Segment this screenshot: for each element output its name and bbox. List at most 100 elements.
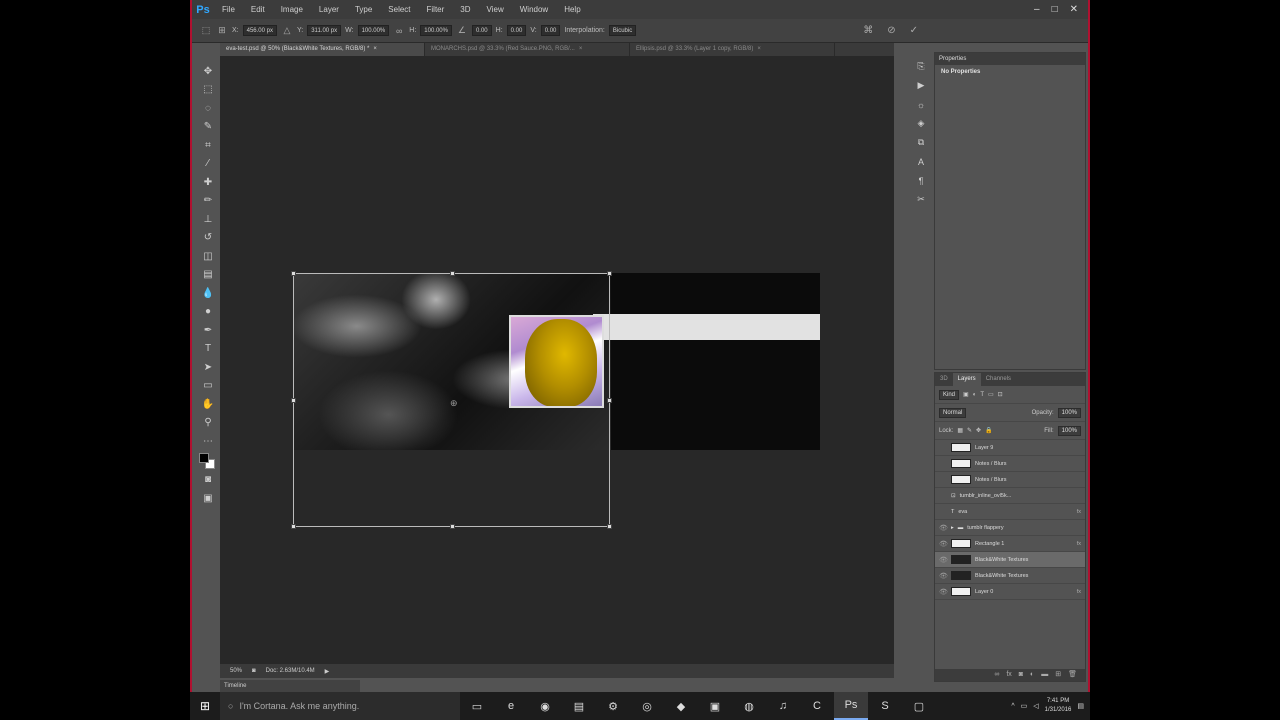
new-group-icon[interactable]: ▬: [1041, 669, 1048, 681]
transform-handle-top-right[interactable]: [607, 271, 612, 276]
blur-tool-icon[interactable]: 💧: [196, 284, 220, 303]
styles-panel-icon[interactable]: ◈: [908, 114, 934, 133]
cortana-search-box[interactable]: ○ I'm Cortana. Ask me anything.: [220, 692, 460, 720]
pen-tool-icon[interactable]: ✒: [196, 321, 220, 340]
interpolation-select[interactable]: Bicubic: [608, 25, 637, 36]
filter-shape-icon[interactable]: ▭: [988, 391, 994, 398]
menu-3d[interactable]: 3D: [452, 0, 478, 19]
notes-app-icon[interactable]: ▢: [902, 692, 936, 720]
gradient-tool-icon[interactable]: ▤: [196, 266, 220, 285]
menu-help[interactable]: Help: [556, 0, 588, 19]
menu-select[interactable]: Select: [380, 0, 418, 19]
eyedropper-tool-icon[interactable]: ⁄: [196, 155, 220, 174]
color-swatches[interactable]: [196, 451, 220, 471]
transform-handle-right[interactable]: [607, 398, 612, 403]
dodge-tool-icon[interactable]: ●: [196, 303, 220, 322]
new-layer-icon[interactable]: ⊞: [1055, 669, 1061, 681]
menu-file[interactable]: File: [214, 0, 243, 19]
tab-layers[interactable]: Layers: [952, 373, 981, 386]
filter-smart-object-icon[interactable]: ⊡: [998, 391, 1003, 398]
eraser-tool-icon[interactable]: ◫: [196, 247, 220, 266]
skype-icon[interactable]: S: [868, 692, 902, 720]
rectangle-tool-icon[interactable]: ▭: [196, 377, 220, 396]
tray-arrow-icon[interactable]: ^: [1011, 703, 1014, 710]
x-field[interactable]: 456.00 px: [242, 25, 277, 36]
vskew-field[interactable]: 0.00: [540, 25, 561, 36]
layer-row-selected[interactable]: 👁 Black&White Textures: [935, 552, 1085, 568]
media-app-icon[interactable]: ◆: [664, 692, 698, 720]
brush-tool-icon[interactable]: ✏: [196, 192, 220, 211]
character-panel-icon[interactable]: A: [908, 152, 934, 171]
edit-toolbar-icon[interactable]: ⋯: [196, 432, 220, 451]
opacity-field[interactable]: 100%: [1057, 407, 1081, 418]
close-icon[interactable]: ×: [373, 46, 377, 52]
filter-pixel-icon[interactable]: ▣: [963, 391, 969, 398]
network-icon[interactable]: ▭: [1021, 702, 1028, 710]
canvas-area[interactable]: ⊕: [220, 56, 894, 664]
angle-field[interactable]: 0.00: [471, 25, 492, 36]
layer-effects-icon[interactable]: fx: [1077, 541, 1081, 547]
timeline-panel-tab[interactable]: Timeline: [220, 680, 360, 692]
group-expand-icon[interactable]: ▸: [951, 525, 954, 531]
marquee-tool-icon[interactable]: ⬚: [196, 81, 220, 100]
quick-select-tool-icon[interactable]: ✎: [196, 118, 220, 137]
transform-handle-left[interactable]: [291, 398, 296, 403]
move-tool-icon[interactable]: ✥: [196, 62, 220, 81]
recorder-icon[interactable]: ◍: [732, 692, 766, 720]
add-style-icon[interactable]: fx: [1006, 669, 1011, 681]
volume-icon[interactable]: ◁: [1033, 702, 1038, 710]
layer-effects-icon[interactable]: fx: [1077, 589, 1081, 595]
eye-icon[interactable]: 👁: [939, 524, 948, 532]
y-field[interactable]: 311.00 px: [307, 25, 342, 36]
width-field[interactable]: 100.00%: [357, 25, 390, 36]
fill-field[interactable]: 100%: [1057, 425, 1081, 436]
cancel-transform-icon[interactable]: ⊘: [887, 25, 895, 36]
history-brush-tool-icon[interactable]: ↺: [196, 229, 220, 248]
filter-kind-select[interactable]: Kind: [939, 389, 960, 400]
spotify-icon[interactable]: ♫: [766, 692, 800, 720]
healing-brush-tool-icon[interactable]: ✚: [196, 173, 220, 192]
layer-group-row[interactable]: 👁 ▸ ▬ tumblr flappery: [935, 520, 1085, 536]
layer-row[interactable]: T eva fx: [935, 504, 1085, 520]
delete-layer-icon[interactable]: 🗑: [1068, 669, 1077, 681]
blend-mode-select[interactable]: Normal: [939, 407, 967, 418]
link-layers-icon[interactable]: ∞: [994, 669, 999, 681]
screen-mode-icon[interactable]: ▣: [196, 489, 220, 508]
tab-3d[interactable]: 3D: [935, 373, 953, 386]
add-mask-icon[interactable]: ◙: [1019, 669, 1023, 681]
foreground-color-swatch[interactable]: [199, 452, 209, 463]
tool-preset-icon[interactable]: ⬚: [200, 25, 212, 37]
layer-row[interactable]: Notes / Blurs: [935, 472, 1085, 488]
actions-panel-icon[interactable]: ▶: [908, 76, 934, 95]
zoom-tool-icon[interactable]: ⚲: [196, 414, 220, 433]
lock-all-icon[interactable]: 🔒: [985, 427, 992, 434]
minimize-button[interactable]: –: [1034, 4, 1040, 15]
layer-row[interactable]: 👁 Black&White Textures: [935, 568, 1085, 584]
type-tool-icon[interactable]: T: [196, 340, 220, 359]
menu-filter[interactable]: Filter: [419, 0, 453, 19]
layer-row[interactable]: ⊡ tumblr_inline_ovl5k...: [935, 488, 1085, 504]
transform-handle-top[interactable]: [450, 271, 455, 276]
eye-icon[interactable]: 👁: [939, 556, 948, 564]
steam-icon[interactable]: ⚙: [596, 692, 630, 720]
paragraph-panel-icon[interactable]: ¶: [908, 171, 934, 190]
transform-handle-bottom-right[interactable]: [607, 524, 612, 529]
clone-stamp-tool-icon[interactable]: ⊥: [196, 210, 220, 229]
green-app-icon[interactable]: C: [800, 692, 834, 720]
photoshop-taskbar-icon[interactable]: Ps: [834, 692, 868, 720]
chrome-icon[interactable]: ◉: [528, 692, 562, 720]
game-controller-icon[interactable]: ◎: [630, 692, 664, 720]
height-field[interactable]: 100.00%: [420, 25, 452, 36]
hand-tool-icon[interactable]: ✋: [196, 395, 220, 414]
tool-presets-panel-icon[interactable]: ✂: [908, 190, 934, 209]
tab-channels[interactable]: Channels: [981, 373, 1016, 386]
path-selection-tool-icon[interactable]: ➤: [196, 358, 220, 377]
layer-effects-icon[interactable]: fx: [1077, 509, 1081, 515]
history-panel-icon[interactable]: ⎘: [908, 57, 934, 76]
eye-icon[interactable]: 👁: [939, 588, 948, 596]
zoom-level[interactable]: 50%: [230, 668, 242, 674]
pivot-point-icon[interactable]: ⊕: [450, 398, 458, 409]
hskew-field[interactable]: 0.00: [506, 25, 527, 36]
menu-edit[interactable]: Edit: [243, 0, 273, 19]
libraries-panel-icon[interactable]: ⧉: [908, 133, 934, 152]
